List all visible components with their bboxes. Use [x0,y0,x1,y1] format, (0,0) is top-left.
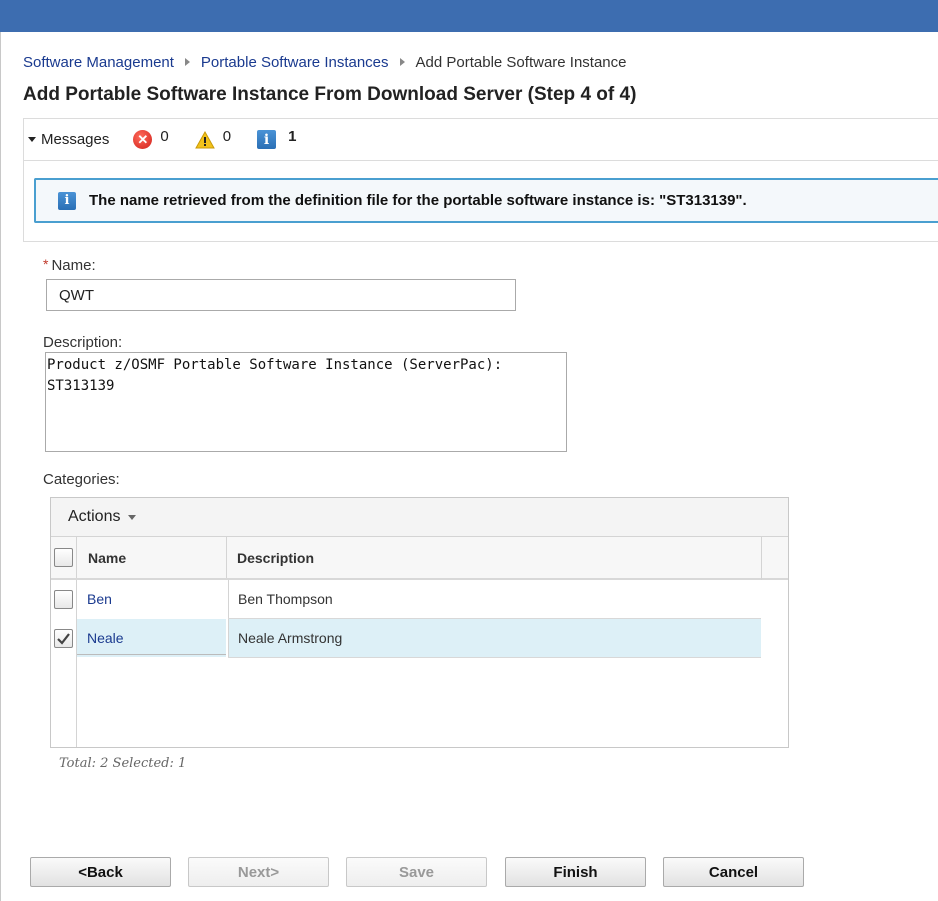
name-label-text: Name: [51,257,96,274]
messages-toggle[interactable]: Messages [28,131,109,148]
table-row[interactable]: Neale Neale Armstrong [51,619,761,658]
categories-label: Categories: [43,471,120,488]
table-summary: Total: 2 Selected: 1 [59,756,187,771]
required-marker: * [43,256,49,272]
table-toolbar: Actions [51,498,788,537]
column-divider [226,537,227,578]
row-divider [77,654,226,655]
checkmark-icon [57,633,70,645]
table-header: Name Description [51,537,788,580]
row-select-cell [51,580,76,619]
breadcrumb: Software Management Portable Software In… [23,52,627,72]
description-label: Description: [43,334,123,351]
category-description: Ben Thompson [228,580,761,618]
info-message-text: The name retrieved from the definition f… [89,192,747,209]
top-banner [0,0,938,32]
page-title: Add Portable Software Instance From Down… [23,84,637,105]
column-divider [761,537,762,580]
finish-button[interactable]: Finish [505,857,646,887]
row-checkbox[interactable] [54,590,73,609]
save-button[interactable]: Save [346,857,487,887]
cancel-button[interactable]: Cancel [663,857,804,887]
warning-count-filter[interactable]: 0 [194,128,232,149]
description-field[interactable]: Product z/OSMF Portable Software Instanc… [45,352,567,452]
chevron-down-icon [128,514,137,520]
breadcrumb-separator-icon [399,58,405,66]
next-button[interactable]: Next> [188,857,329,887]
error-icon: ✕ [133,130,153,149]
info-count-filter[interactable]: i 1 [257,128,297,149]
name-field[interactable] [46,279,516,311]
column-divider [76,537,77,578]
left-border [0,32,1,901]
info-message: i The name retrieved from the definition… [34,178,938,223]
info-icon: i [58,191,76,210]
messages-panel: Messages ✕ 0 0 i 1 i The name retrieved … [23,118,938,242]
error-count-filter[interactable]: ✕ 0 [133,128,169,149]
messages-header: Messages ✕ 0 0 i 1 [24,119,938,161]
column-header-description[interactable]: Description [237,537,314,578]
categories-table: Actions Name Description Ben Ben Thompso… [50,497,789,748]
breadcrumb-current: Add Portable Software Instance [415,53,627,71]
category-name-link[interactable]: Neale [77,619,226,657]
warning-icon [194,130,215,149]
breadcrumb-portable-software-instances[interactable]: Portable Software Instances [201,54,389,71]
row-checkbox-checked[interactable] [54,629,73,648]
select-all-checkbox[interactable] [54,548,73,567]
row-divider [228,657,761,658]
back-button[interactable]: <Back [30,857,171,887]
actions-label: Actions [68,508,121,525]
select-all-cell [51,537,76,578]
error-count: 0 [160,128,169,145]
column-header-name[interactable]: Name [88,537,126,578]
chevron-down-icon [28,137,36,142]
category-name-link[interactable]: Ben [77,580,226,618]
breadcrumb-software-management[interactable]: Software Management [23,54,174,71]
messages-label: Messages [41,131,110,148]
table-row[interactable]: Ben Ben Thompson [51,580,761,619]
name-label: * Name: [43,256,96,274]
breadcrumb-separator-icon [184,58,190,66]
row-select-cell [51,619,76,658]
info-icon: i [257,130,277,149]
category-description: Neale Armstrong [228,619,761,657]
info-count: 1 [288,128,297,145]
actions-menu-button[interactable]: Actions [68,508,137,526]
warning-count: 0 [222,128,232,145]
